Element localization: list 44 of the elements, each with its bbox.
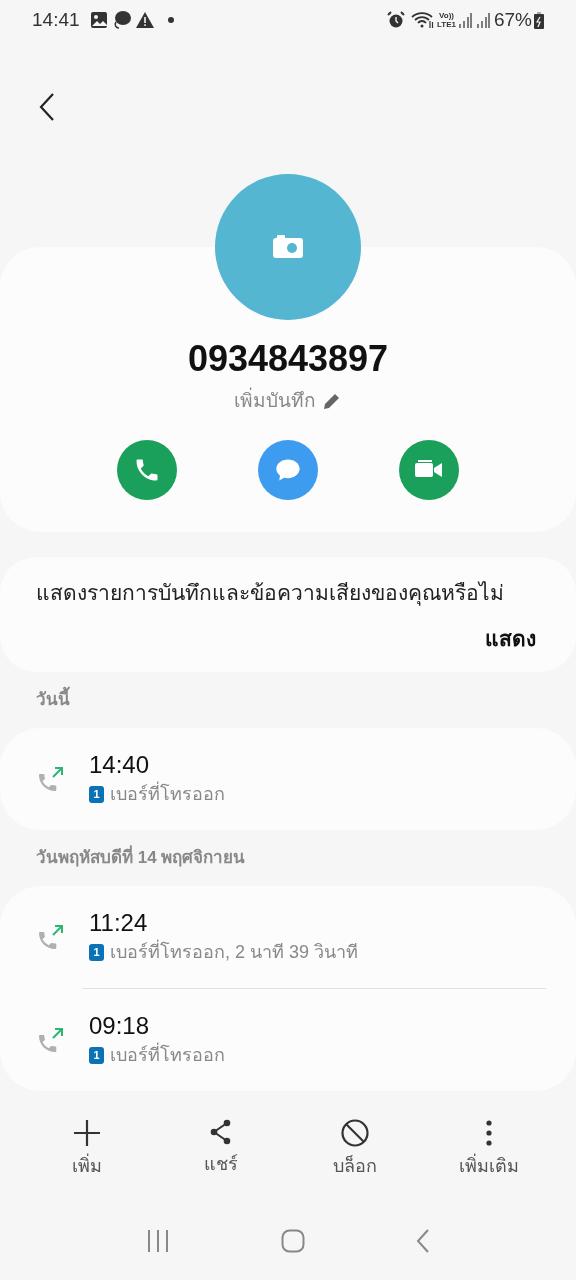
sim-badge: 1: [89, 786, 104, 803]
share-icon: [209, 1119, 233, 1145]
image-icon: [89, 11, 108, 29]
camera-icon: [272, 235, 304, 259]
date-header: วันพฤหัสบดีที่ 14 พฤศจิกายน: [0, 830, 576, 886]
battery-icon: [534, 11, 544, 29]
toolbar-button[interactable]: เพิ่ม: [32, 1119, 142, 1180]
status-time: 14:41: [32, 7, 80, 32]
dot-icon: [167, 17, 174, 23]
call-time: 09:18: [89, 1011, 151, 1041]
call-detail: เบอร์ที่โทรออก: [110, 781, 225, 808]
outgoing-call-icon: [38, 924, 64, 950]
add-note-button[interactable]: เพิ่มบันทึก: [234, 387, 342, 416]
phone-number: 0934843897: [187, 337, 389, 381]
outgoing-call-icon: [38, 1027, 64, 1053]
sim-badge: 1: [89, 944, 104, 961]
alarm-icon: [387, 11, 405, 29]
volte-label: Vo)): [439, 11, 454, 20]
warning-icon: [135, 12, 154, 28]
plus-icon: [73, 1119, 101, 1147]
date-header: วันนี้: [0, 672, 576, 728]
signal-icon: [475, 12, 490, 28]
battery-percent: 67%: [493, 7, 532, 32]
recordings-prompt: แสดงรายการบันทึกและข้อความเสียงของคุณหรือไม่: [36, 580, 505, 608]
sim-badge: 1: [89, 1047, 104, 1064]
signal-icon: [457, 12, 472, 28]
toolbar-button[interactable]: บล็อก: [300, 1119, 410, 1180]
toolbar-button[interactable]: เพิ่มเติม: [434, 1119, 544, 1180]
home-icon: [281, 1229, 305, 1253]
wifi-icon: [411, 11, 435, 29]
call-detail: เบอร์ที่โทรออก: [110, 1042, 225, 1069]
back-icon: [39, 93, 55, 121]
recent-apps-icon: [145, 1230, 170, 1252]
back-icon: [416, 1229, 431, 1253]
call-time: 14:40: [89, 750, 151, 780]
block-icon: [341, 1119, 369, 1147]
lte-label: LTE1: [437, 20, 456, 29]
call-detail: เบอร์ที่โทรออก, 2 นาที 39 วินาที: [110, 939, 359, 966]
pencil-icon: [322, 391, 342, 412]
show-button[interactable]: แสดง: [485, 622, 536, 654]
outgoing-call-icon: [38, 766, 64, 792]
toolbar-button[interactable]: แชร์: [166, 1119, 276, 1180]
more-icon: [485, 1119, 493, 1147]
call-time: 11:24: [89, 908, 149, 938]
